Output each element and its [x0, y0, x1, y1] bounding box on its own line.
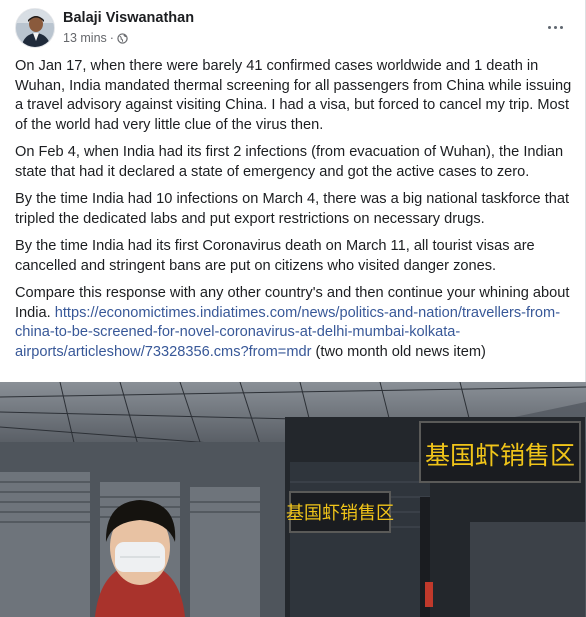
- link-suffix: (two month old news item): [311, 343, 486, 360]
- post-meta: 13 mins ·: [63, 31, 128, 45]
- author-name[interactable]: Balaji Viswanathan: [63, 10, 194, 26]
- globe-icon[interactable]: [117, 32, 128, 44]
- facebook-post: Balaji Viswanathan 13 mins · On Jan 17, …: [0, 0, 586, 617]
- more-options-icon: [547, 25, 551, 29]
- post-body: On Jan 17, when there were barely 41 con…: [15, 57, 575, 362]
- post-paragraph-closing: Compare this response with any other cou…: [15, 284, 575, 362]
- post-photo[interactable]: 基国虾销售区 基国虾销售区: [0, 382, 586, 617]
- post-paragraph: By the time India had 10 infections on M…: [15, 191, 570, 227]
- post-paragraph: By the time India had its first Coronavi…: [15, 238, 535, 274]
- sign-text-upper: 基国虾销售区: [425, 441, 575, 470]
- more-options-dot: [553, 25, 557, 29]
- sign-text-lower: 基国虾销售区: [286, 503, 394, 524]
- post-timestamp[interactable]: 13 mins: [63, 31, 107, 45]
- avatar[interactable]: [15, 8, 55, 48]
- market-photo: 基国虾销售区 基国虾销售区: [0, 382, 586, 617]
- more-options-dot: [559, 25, 563, 29]
- more-options-button[interactable]: [543, 15, 567, 39]
- post-header: Balaji Viswanathan 13 mins ·: [0, 0, 585, 56]
- avatar-image: [16, 9, 54, 47]
- post-paragraph: On Feb 4, when India had its first 2 inf…: [15, 144, 564, 180]
- meta-separator: ·: [109, 31, 114, 45]
- post-paragraph: On Jan 17, when there were barely 41 con…: [15, 58, 572, 133]
